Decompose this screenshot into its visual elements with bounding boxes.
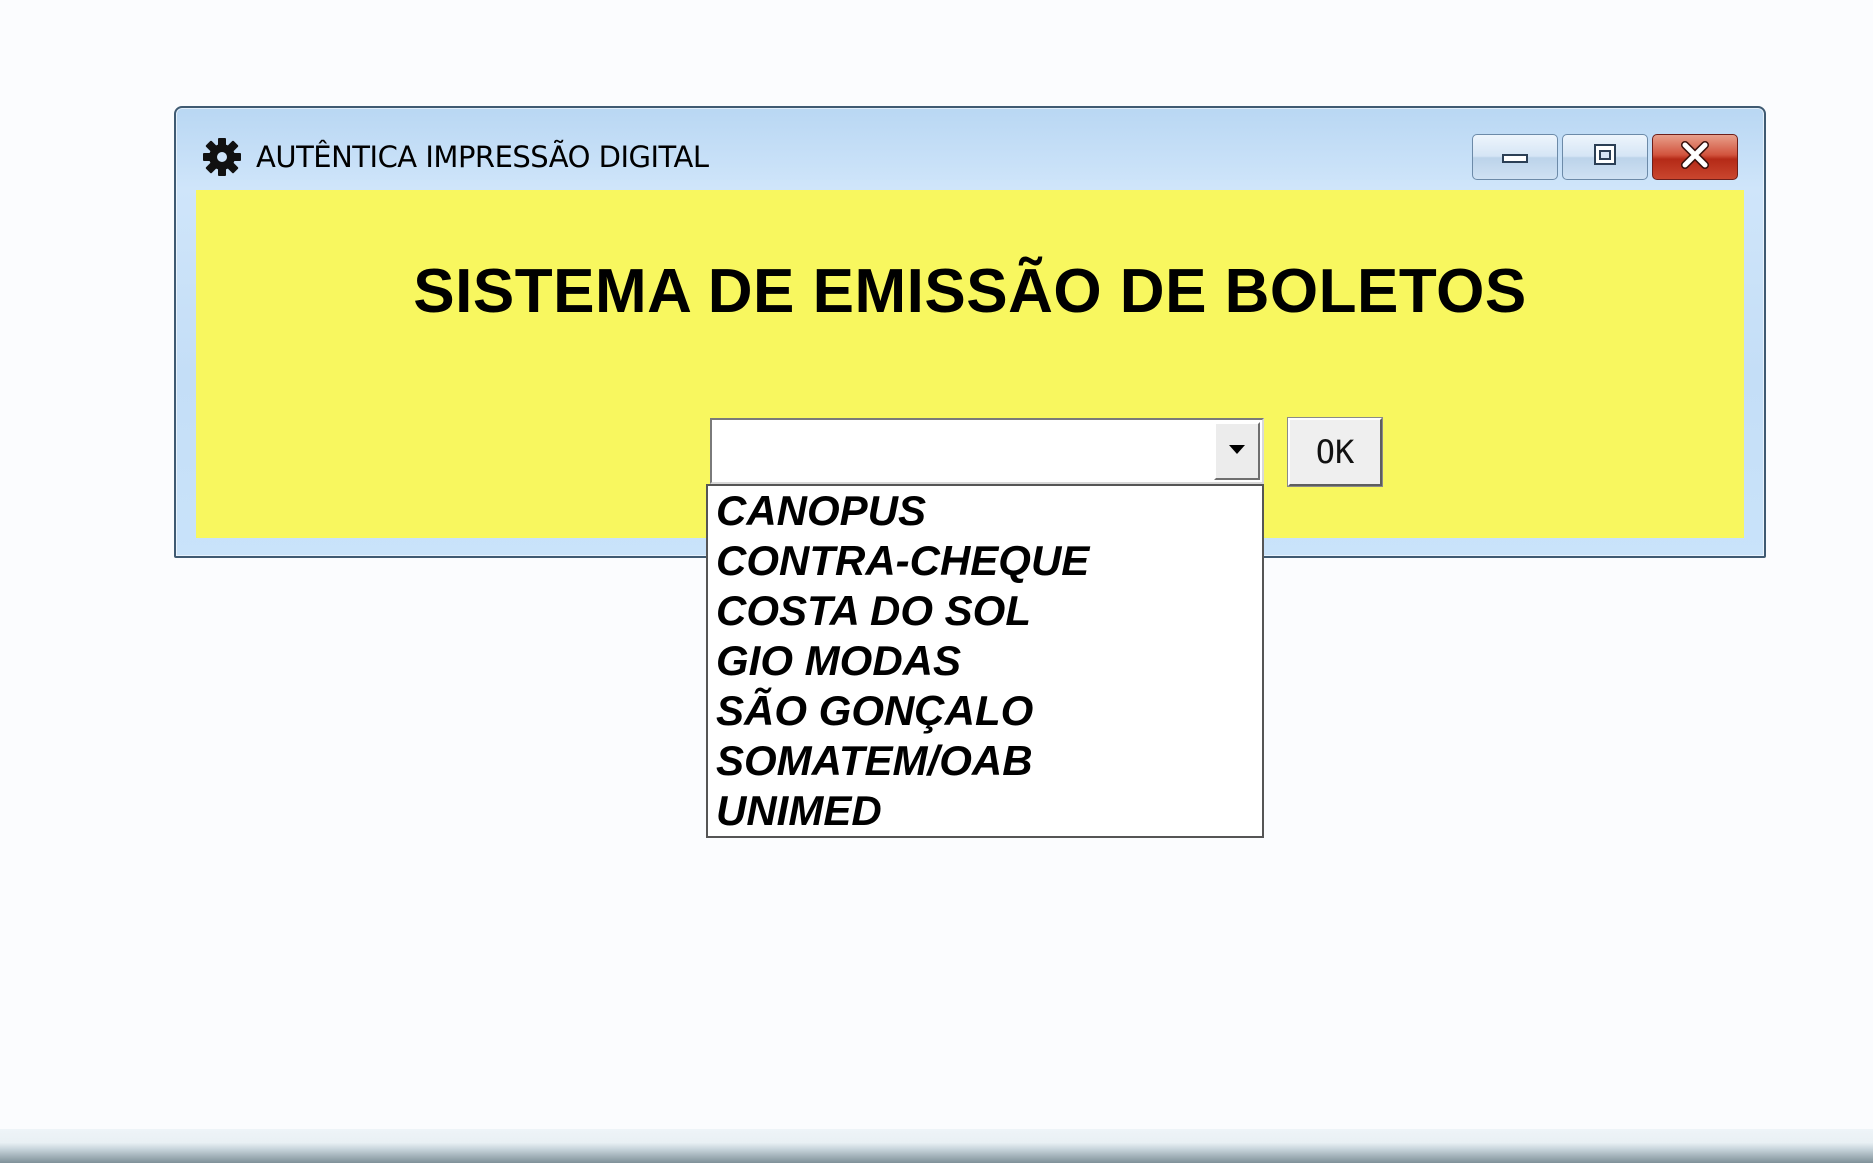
- maximize-icon: [1590, 142, 1620, 173]
- dropdown-option[interactable]: COSTA DO SOL: [716, 586, 1254, 636]
- dropdown-option[interactable]: CANOPUS: [716, 486, 1254, 536]
- page-title: SISTEMA DE EMISSÃO DE BOLETOS: [413, 257, 1527, 326]
- close-button[interactable]: [1652, 134, 1738, 180]
- dropdown-option[interactable]: UNIMED: [716, 786, 1254, 836]
- dropdown-option[interactable]: SOMATEM/OAB: [716, 736, 1254, 786]
- minimize-button[interactable]: [1472, 134, 1558, 180]
- minimize-icon: [1500, 145, 1530, 170]
- dropdown-option[interactable]: GIO MODAS: [716, 636, 1254, 686]
- gear-icon: [200, 134, 244, 178]
- company-select[interactable]: [710, 418, 1264, 484]
- dropdown-option[interactable]: SÃO GONÇALO: [716, 686, 1254, 736]
- dropdown-toggle-button[interactable]: [1214, 422, 1260, 480]
- dropdown-option[interactable]: CONTRA-CHEQUE: [716, 536, 1254, 586]
- window-title: AUTÊNTICA IMPRESSÃO DIGITAL: [256, 140, 709, 174]
- title-bar[interactable]: AUTÊNTICA IMPRESSÃO DIGITAL: [176, 108, 1764, 188]
- company-dropdown-list: CANOPUS CONTRA-CHEQUE COSTA DO SOL GIO M…: [706, 484, 1264, 838]
- chevron-down-icon: [1227, 442, 1247, 460]
- ok-button[interactable]: OK: [1287, 417, 1383, 487]
- maximize-button[interactable]: [1562, 134, 1648, 180]
- taskbar: [0, 1129, 1873, 1163]
- close-icon: [1679, 140, 1711, 174]
